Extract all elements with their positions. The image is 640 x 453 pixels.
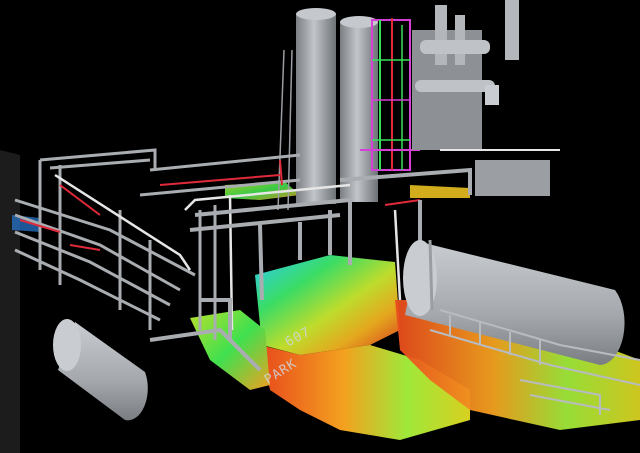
3d-plant-viewport[interactable]: 607 PARK (0, 0, 640, 453)
horizontal-drum-left[interactable] (53, 319, 148, 421)
plant-3d-scene[interactable] (0, 0, 640, 453)
left-wall (0, 150, 20, 453)
process-equipment-cluster[interactable] (412, 0, 560, 196)
left-pipe-rack[interactable] (14, 148, 301, 340)
